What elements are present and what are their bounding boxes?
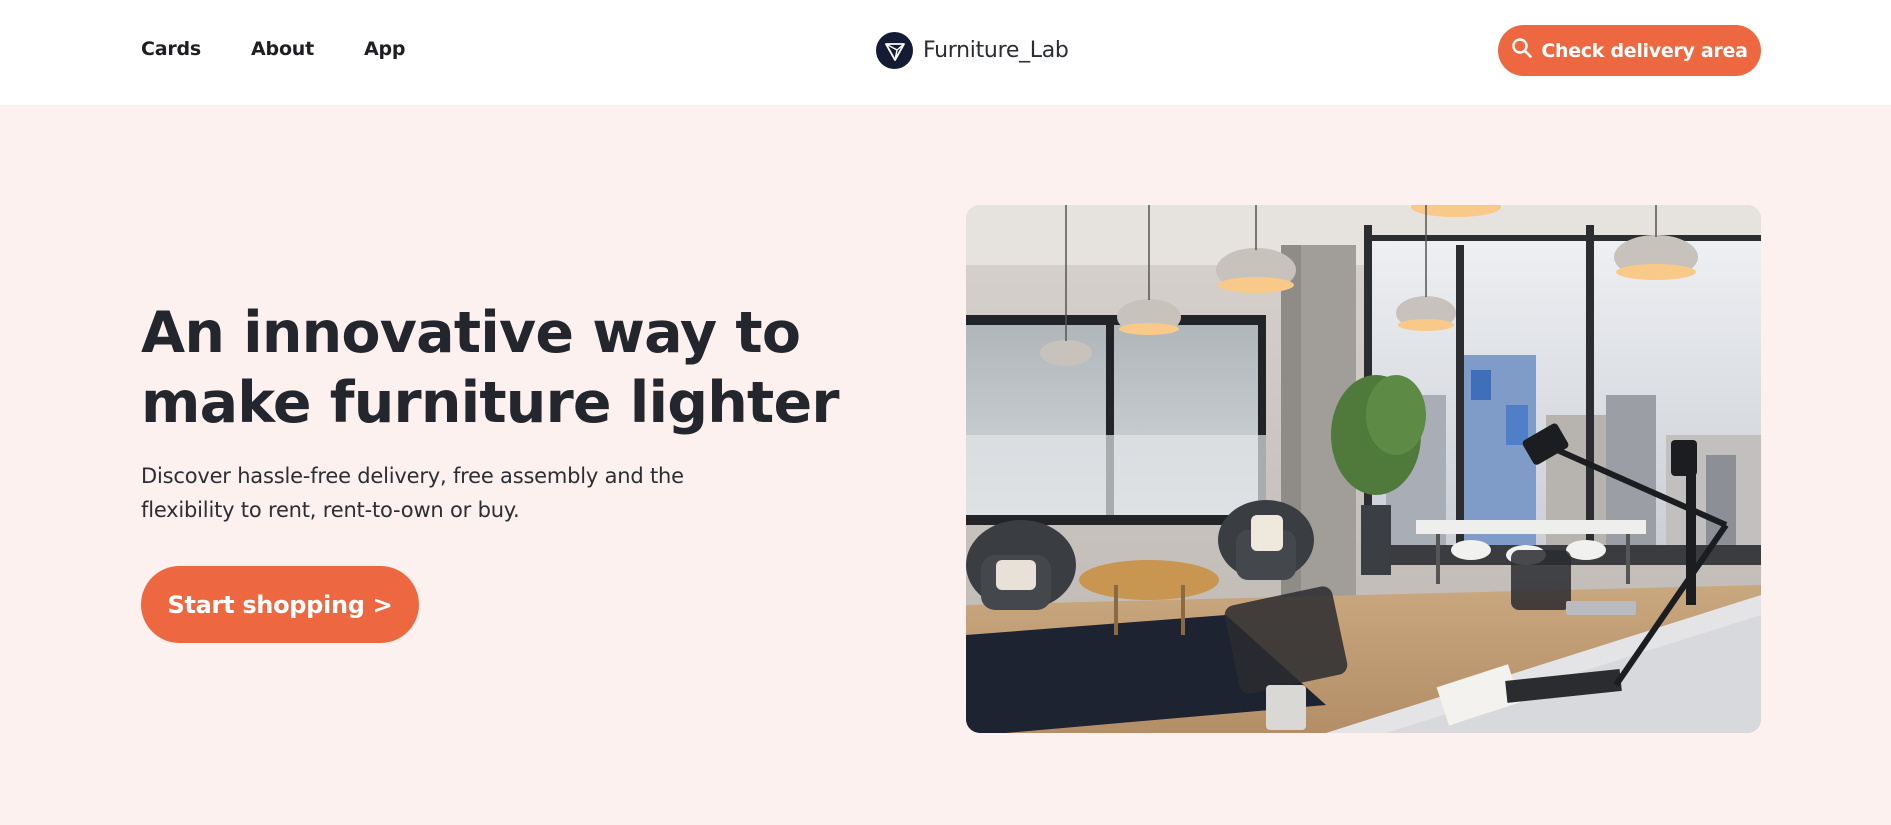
nav-link-about[interactable]: About [251,38,314,60]
hero-title-line-1: An innovative way to [141,300,801,366]
nav-link-cards[interactable]: Cards [141,38,201,60]
hero-subtitle-line-2: flexibility to rent, rent-to-own or buy. [141,498,520,522]
start-shopping-button[interactable]: Start shopping > [141,566,419,643]
hero-title-line-2: make furniture lighter [141,370,839,436]
check-delivery-area-button[interactable]: Check delivery area [1498,25,1761,76]
top-navbar: Cards About App Furniture_Lab Check deli… [0,0,1891,105]
brand-home-link[interactable]: Furniture_Lab [876,32,1069,69]
hero-subtitle-line-1: Discover hassle-free delivery, free asse… [141,464,684,488]
nav-link-app[interactable]: App [364,38,406,60]
triangle-logo-icon [876,32,913,69]
hero-subtitle: Discover hassle-free delivery, free asse… [141,459,701,527]
office-interior-photo [966,205,1761,733]
search-icon [1511,37,1533,64]
brand-name: Furniture_Lab [923,38,1069,63]
nav-links: Cards About App [141,38,406,60]
check-delivery-area-label: Check delivery area [1541,39,1748,62]
hero-title: An innovative way to make furniture ligh… [141,298,841,438]
